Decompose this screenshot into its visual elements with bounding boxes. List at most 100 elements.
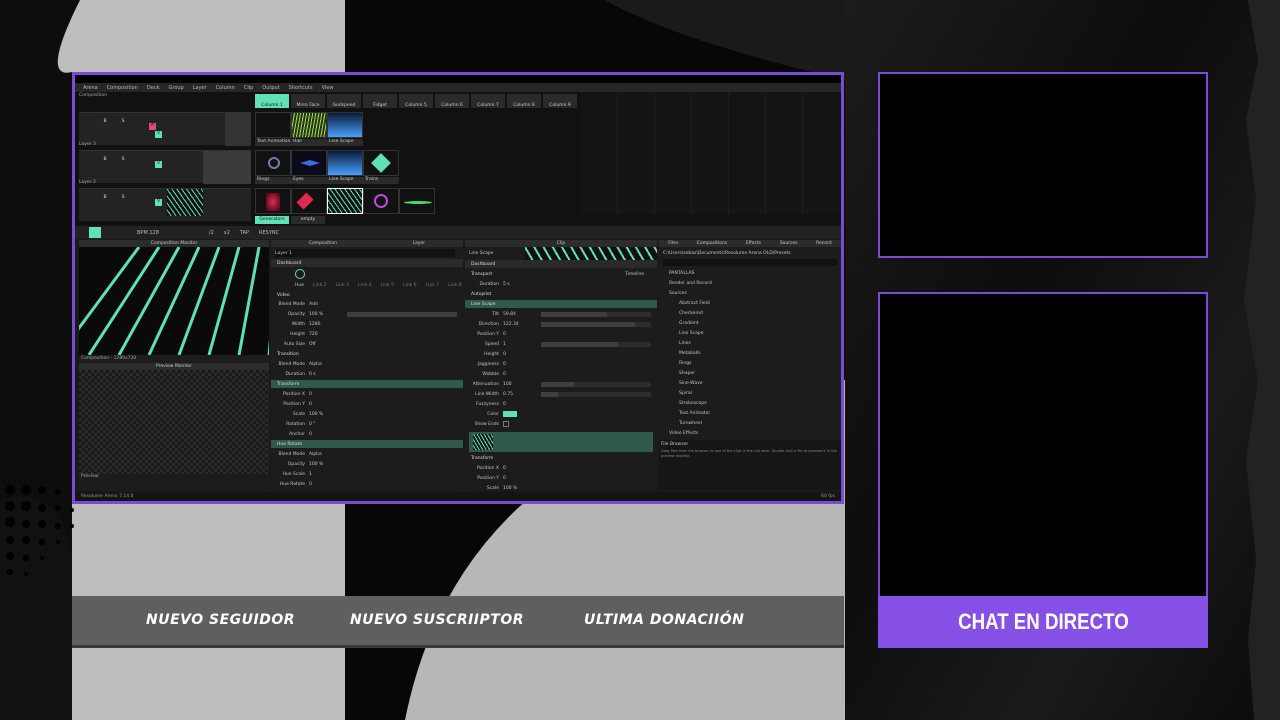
- v-button[interactable]: V: [155, 161, 162, 168]
- transform-section[interactable]: Transform: [271, 380, 463, 388]
- linescape-section[interactable]: Line Scape: [465, 300, 657, 308]
- resync-button[interactable]: RESYNC: [259, 230, 279, 236]
- param-value[interactable]: 0: [503, 360, 506, 368]
- param-value[interactable]: 720: [309, 330, 318, 338]
- show-ends-checkbox[interactable]: [503, 421, 509, 427]
- tree-item[interactable]: Spiral: [679, 389, 692, 397]
- attenuation-slider[interactable]: [541, 382, 651, 387]
- tilt-slider[interactable]: [541, 312, 651, 317]
- tab-composition[interactable]: Composition: [309, 240, 337, 247]
- param-value[interactable]: 0: [503, 350, 506, 358]
- clip-slot[interactable]: [363, 188, 399, 214]
- transition-section[interactable]: Transition: [271, 350, 463, 358]
- opacity-slider[interactable]: [347, 312, 457, 317]
- param-value[interactable]: 0.75: [503, 390, 513, 398]
- deck-tab-empty[interactable]: empty: [291, 216, 325, 224]
- clip-slot[interactable]: [363, 150, 399, 176]
- clip-slot-active[interactable]: [327, 188, 363, 214]
- tree-item[interactable]: Metaballs: [679, 349, 701, 357]
- a-button[interactable]: A: [149, 123, 156, 130]
- menu-group[interactable]: Group: [169, 85, 184, 91]
- menu-shortcuts[interactable]: Shortcuts: [289, 85, 313, 91]
- tree-item[interactable]: Shaper: [679, 369, 695, 377]
- hue-knob[interactable]: [295, 269, 305, 279]
- play-button[interactable]: [89, 227, 101, 238]
- tree-item[interactable]: Stroboscope: [679, 399, 707, 407]
- menu-output[interactable]: Output: [262, 85, 279, 91]
- direction-slider[interactable]: [541, 322, 651, 327]
- param-value[interactable]: 5 s: [503, 280, 510, 288]
- param-value[interactable]: 0: [503, 370, 506, 378]
- menu-column[interactable]: Column: [216, 85, 235, 91]
- tree-item[interactable]: Rings: [679, 359, 691, 367]
- param-value[interactable]: 0: [503, 400, 506, 408]
- layer-row-mid[interactable]: B S V: [79, 150, 251, 184]
- column-header-2[interactable]: Mirro Face: [291, 94, 325, 108]
- video-section[interactable]: Video: [271, 291, 463, 299]
- solo-button[interactable]: S: [119, 119, 127, 127]
- file-path[interactable]: C:\Users\sebas\Documents\Resolume Arena …: [663, 249, 813, 257]
- clip-slot[interactable]: [291, 112, 327, 138]
- column-header-3[interactable]: Godspeed: [327, 94, 361, 108]
- param-value[interactable]: 100 %: [503, 484, 517, 492]
- tree-item[interactable]: Gradient: [679, 319, 699, 327]
- menu-view[interactable]: View: [322, 85, 334, 91]
- clip-slot[interactable]: [255, 112, 291, 138]
- file-search-input[interactable]: [663, 259, 837, 266]
- column-header-5[interactable]: Column 5: [399, 94, 433, 108]
- param-value[interactable]: Off: [309, 340, 316, 348]
- tree-item[interactable]: Turnwheel: [679, 419, 702, 427]
- param-value[interactable]: 122.34: [503, 320, 519, 328]
- clip-slot[interactable]: [327, 150, 363, 176]
- effect-block[interactable]: [469, 432, 653, 452]
- menu-composition[interactable]: Composition: [107, 85, 138, 91]
- column-header-6[interactable]: Column 6: [435, 94, 469, 108]
- timeline-mode[interactable]: Timeline: [625, 270, 644, 278]
- solo-button[interactable]: S: [119, 195, 127, 203]
- line-width-slider[interactable]: [541, 392, 651, 397]
- bypass-button[interactable]: B: [101, 119, 109, 127]
- column-header-1[interactable]: Column 1: [255, 94, 289, 108]
- clip-slot[interactable]: [291, 188, 327, 214]
- param-value[interactable]: 100 %: [309, 460, 323, 468]
- clip-slot[interactable]: [291, 150, 327, 176]
- menu-deck[interactable]: Deck: [147, 85, 160, 91]
- tree-item[interactable]: Render and Record: [669, 279, 712, 287]
- solo-button[interactable]: S: [119, 157, 127, 165]
- layer-dashboard[interactable]: Dashboard: [271, 259, 463, 267]
- tree-item[interactable]: Line Scape: [679, 329, 704, 337]
- param-value[interactable]: Alpha: [309, 450, 322, 458]
- menu-arena[interactable]: Arena: [83, 85, 98, 91]
- menu-layer[interactable]: Layer: [193, 85, 207, 91]
- param-value[interactable]: 0: [503, 474, 506, 482]
- clip-name[interactable]: Line Scape: [469, 249, 494, 257]
- deck-tab-generators[interactable]: Generators: [255, 216, 289, 224]
- clip-dashboard[interactable]: Dashboard: [465, 260, 657, 268]
- clip-transform-section[interactable]: Transform: [465, 454, 657, 462]
- bpm-divide[interactable]: /2: [209, 230, 214, 236]
- param-value[interactable]: 1280: [309, 320, 320, 328]
- param-value[interactable]: 100 %: [309, 410, 323, 418]
- column-header-8[interactable]: Column 8: [507, 94, 541, 108]
- tab-files[interactable]: Files: [668, 240, 678, 247]
- hue-rotate-section[interactable]: Hue Rotate: [271, 440, 463, 448]
- tree-item[interactable]: PANTALLAS: [669, 269, 694, 277]
- clip-slot[interactable]: [255, 150, 291, 176]
- column-header-4[interactable]: Fidget: [363, 94, 397, 108]
- tree-item[interactable]: Sine-Wave: [679, 379, 703, 387]
- v-button[interactable]: V: [155, 199, 162, 206]
- param-value[interactable]: 59.84: [503, 310, 516, 318]
- param-value[interactable]: 0: [309, 390, 312, 398]
- param-value[interactable]: 100: [503, 380, 512, 388]
- param-value[interactable]: 0: [503, 330, 506, 338]
- param-value[interactable]: Alpha: [309, 360, 322, 368]
- autopilot-section[interactable]: Autopilot: [465, 290, 657, 298]
- tree-item[interactable]: Lines: [679, 339, 691, 347]
- bpm-display[interactable]: BPM 128: [137, 230, 159, 236]
- bypass-button[interactable]: B: [101, 157, 109, 165]
- v-button[interactable]: V: [155, 131, 162, 138]
- layer-row-top[interactable]: B S A V: [79, 112, 251, 146]
- tap-button[interactable]: TAP: [240, 230, 249, 236]
- param-value[interactable]: 0: [503, 464, 506, 472]
- tab-layer[interactable]: Layer: [413, 240, 426, 247]
